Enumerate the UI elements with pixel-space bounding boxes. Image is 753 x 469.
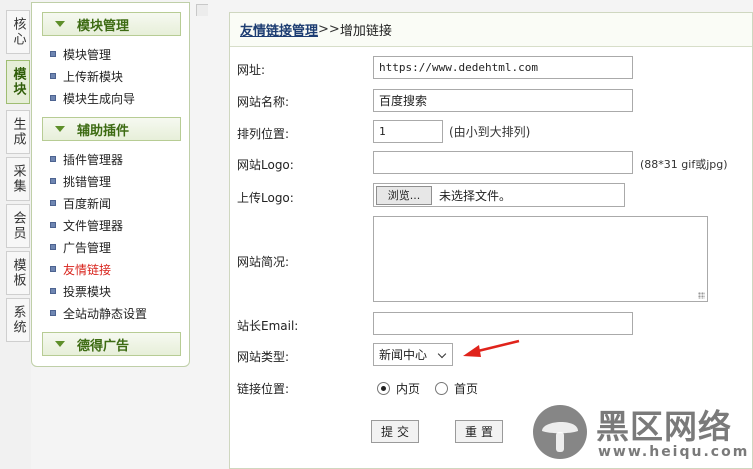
- menu-item-baidu-news[interactable]: 百度新闻: [50, 193, 111, 213]
- order-label: 排列位置:: [237, 127, 290, 141]
- file-status-text: 未选择文件。: [439, 188, 512, 203]
- bullet-icon: [50, 178, 56, 184]
- bullet-icon: [50, 200, 56, 206]
- url-label: 网址:: [237, 63, 266, 77]
- site-name-input[interactable]: 百度搜索: [373, 89, 633, 112]
- logo-label: 网站Logo:: [237, 158, 294, 172]
- link-position-label: 链接位置:: [237, 382, 290, 396]
- tab-modules[interactable]: 模块: [6, 60, 30, 104]
- browse-button[interactable]: 浏览...: [376, 185, 432, 205]
- module-tab-strip: 核心 模块 生成 采集 会员 模板 系统: [0, 0, 31, 469]
- bullet-icon: [50, 266, 56, 272]
- menu-item-file-manager[interactable]: 文件管理器: [50, 215, 123, 235]
- menu-item-module-wizard[interactable]: 模块生成向导: [50, 88, 135, 108]
- site-desc-textarea[interactable]: [373, 216, 708, 302]
- collapse-triangle-icon: [55, 341, 65, 347]
- menu-group-module-manage[interactable]: 模块管理: [42, 12, 181, 36]
- menu-item-vote[interactable]: 投票模块: [50, 281, 111, 301]
- site-desc-label: 网站简况:: [237, 255, 290, 269]
- site-name-label: 网站名称:: [237, 95, 290, 109]
- bullet-icon: [50, 288, 56, 294]
- bullet-icon: [50, 73, 56, 79]
- annotation-arrow-icon: [463, 339, 520, 357]
- collapse-triangle-icon: [55, 21, 65, 27]
- tab-core[interactable]: 核心: [6, 10, 30, 54]
- menu-group-dede-ads[interactable]: 德得广告: [42, 332, 181, 356]
- collapse-triangle-icon: [55, 126, 65, 132]
- menu-group-plugins[interactable]: 辅助插件: [42, 117, 181, 141]
- bullet-icon: [50, 95, 56, 101]
- menu-item-module-manage[interactable]: 模块管理: [50, 44, 111, 64]
- position-option-label: 首页: [454, 382, 479, 396]
- menu-group-title: 辅助插件: [77, 123, 130, 139]
- submit-button[interactable]: 提交: [371, 420, 419, 443]
- menu-group-title: 德得广告: [77, 338, 130, 354]
- bullet-icon: [50, 51, 56, 57]
- position-option-label: 内页: [396, 382, 421, 396]
- bullet-icon: [50, 222, 56, 228]
- logo-hint: (88*31 gif或jpg): [640, 158, 728, 171]
- logo-url-input[interactable]: [373, 151, 633, 174]
- menu-item-friend-links[interactable]: 友情链接: [50, 259, 111, 279]
- tab-members[interactable]: 会员: [6, 204, 30, 248]
- menu-group-title: 模块管理: [77, 18, 130, 34]
- chevron-down-icon: [437, 349, 447, 359]
- breadcrumb-current: 增加链接: [339, 24, 392, 39]
- watermark-url: www.heiqu.com: [598, 444, 750, 460]
- email-input[interactable]: [373, 312, 633, 335]
- logo-file-input[interactable]: 浏览... 未选择文件。: [373, 183, 625, 207]
- side-menu: 模块管理 模块管理 上传新模块 模块生成向导 辅助插件 插件管理器 挑错管理 百…: [31, 2, 190, 367]
- tab-collect[interactable]: 采集: [6, 157, 30, 201]
- reset-button[interactable]: 重置: [455, 420, 503, 443]
- tab-templates[interactable]: 模板: [6, 251, 30, 295]
- upload-logo-label: 上传Logo:: [237, 191, 294, 205]
- bullet-icon: [50, 156, 56, 162]
- site-type-label: 网站类型:: [237, 350, 290, 364]
- order-input[interactable]: 1: [373, 120, 443, 143]
- breadcrumb-separator: >>: [318, 22, 340, 37]
- breadcrumb: 友情链接管理 >> 增加链接: [230, 13, 752, 47]
- url-input[interactable]: https://www.dedehtml.com: [373, 56, 633, 79]
- watermark-brand: 黑区网络: [596, 407, 732, 446]
- position-radio-home[interactable]: 首页: [435, 380, 478, 397]
- site-type-selected: 新闻中心: [379, 348, 428, 362]
- menu-item-plugin-manager[interactable]: 插件管理器: [50, 149, 123, 169]
- order-hint: (由小到大排列): [449, 125, 531, 139]
- bullet-icon: [50, 310, 56, 316]
- position-radio-inner[interactable]: 内页: [377, 380, 420, 397]
- bullet-icon: [50, 244, 56, 250]
- menu-item-upload-module[interactable]: 上传新模块: [50, 66, 123, 86]
- site-type-select[interactable]: 新闻中心: [373, 343, 453, 366]
- breadcrumb-link[interactable]: 友情链接管理: [240, 20, 318, 39]
- tab-system[interactable]: 系统: [6, 298, 30, 342]
- email-label: 站长Email:: [237, 319, 299, 333]
- radio-checked-icon[interactable]: [377, 382, 390, 395]
- menu-item-ad-manage[interactable]: 广告管理: [50, 237, 111, 257]
- radio-unchecked-icon[interactable]: [435, 382, 448, 395]
- resize-grip-icon[interactable]: [698, 292, 705, 299]
- frame-corner-icon: [196, 4, 208, 16]
- menu-item-error-report[interactable]: 挑错管理: [50, 171, 111, 191]
- tab-generate[interactable]: 生成: [6, 110, 30, 154]
- menu-item-static-settings[interactable]: 全站动静态设置: [50, 303, 147, 323]
